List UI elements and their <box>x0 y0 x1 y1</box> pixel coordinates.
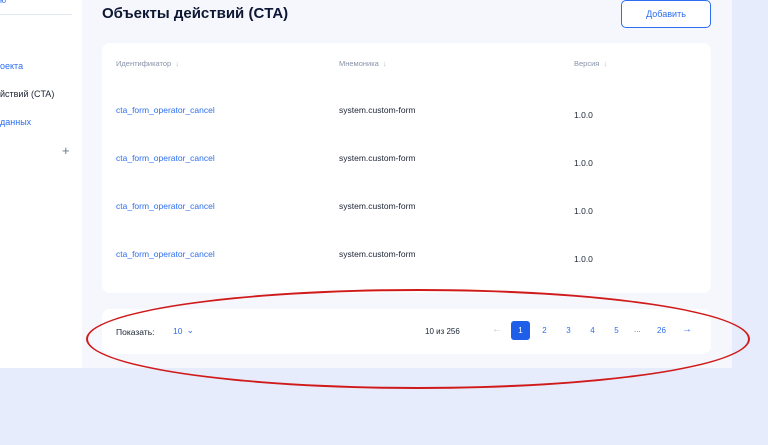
sidebar: ю оекта йствий (CTA) данных + <box>0 0 82 368</box>
row-identifier-link[interactable]: cta_form_operator_cancel <box>116 105 215 115</box>
sidebar-divider <box>0 14 72 15</box>
sidebar-item-project[interactable]: оекта <box>0 61 23 71</box>
row-identifier-link[interactable]: cta_form_operator_cancel <box>116 249 215 259</box>
sort-arrow-icon: ↓ <box>175 59 179 68</box>
page-button-2[interactable]: 2 <box>535 321 554 340</box>
plus-icon[interactable]: + <box>62 144 70 157</box>
row-mnemonic: system.custom-form <box>339 153 416 163</box>
sort-arrow-icon: ↓ <box>382 59 387 68</box>
row-mnemonic: system.custom-form <box>339 201 416 211</box>
page-size-select[interactable]: 10 ⌄ <box>173 325 194 336</box>
page-button-4[interactable]: 4 <box>583 321 602 340</box>
column-header-identifier[interactable]: Идентификатор ↓ <box>116 59 179 68</box>
row-mnemonic: system.custom-form <box>339 249 416 259</box>
page-title: Объекты действий (CTA) <box>102 5 289 22</box>
page-button-3[interactable]: 3 <box>559 321 578 340</box>
table-row: cta_form_operator_cancel system.custom-f… <box>102 249 711 297</box>
table-card: Идентификатор ↓ Мнемоника ↓ Версия ↓ cta_fo… <box>102 43 711 293</box>
row-version: 1.0.0 <box>574 110 593 120</box>
range-indicator: 10 из 256 <box>425 327 460 336</box>
chevron-down-icon: ⌄ <box>186 325 195 335</box>
arrow-right-icon[interactable]: → <box>682 324 692 335</box>
arrow-left-icon[interactable]: ← <box>492 324 502 335</box>
sidebar-item-data[interactable]: данных <box>0 117 31 127</box>
page-ellipsis: ... <box>634 325 641 334</box>
table-row: cta_form_operator_cancel system.custom-f… <box>102 201 711 249</box>
table-row: cta_form_operator_cancel system.custom-f… <box>102 105 711 153</box>
pagination-bar: Показать: 10 ⌄ 10 из 256 ← 1 2 3 4 5 ...… <box>102 309 711 354</box>
page-button-last[interactable]: 26 <box>652 321 671 340</box>
page-size-label: Показать: <box>116 327 155 337</box>
sort-arrow-icon: ↓ <box>603 59 608 68</box>
column-header-label: Идентификатор <box>116 59 172 68</box>
sidebar-item-cta[interactable]: йствий (CTA) <box>0 89 54 99</box>
app-window: ю оекта йствий (CTA) данных + Объекты де… <box>0 0 732 368</box>
page-button-5[interactable]: 5 <box>607 321 626 340</box>
column-header-mnemonic[interactable]: Мнемоника ↓ <box>339 59 387 68</box>
table-row: cta_form_operator_cancel system.custom-f… <box>102 153 711 201</box>
page-size-value: 10 <box>173 325 183 336</box>
row-version: 1.0.0 <box>574 254 593 264</box>
column-header-label: Мнемоника <box>339 59 379 68</box>
sidebar-top-link[interactable]: ю <box>0 0 6 5</box>
row-version: 1.0.0 <box>574 206 593 216</box>
column-header-version[interactable]: Версия ↓ <box>574 59 607 68</box>
row-version: 1.0.0 <box>574 158 593 168</box>
row-identifier-link[interactable]: cta_form_operator_cancel <box>116 201 215 211</box>
column-header-label: Версия <box>574 59 600 68</box>
add-button[interactable]: Добавить <box>621 0 711 28</box>
row-identifier-link[interactable]: cta_form_operator_cancel <box>116 153 215 163</box>
row-mnemonic: system.custom-form <box>339 105 416 115</box>
page-button-1[interactable]: 1 <box>511 321 530 340</box>
